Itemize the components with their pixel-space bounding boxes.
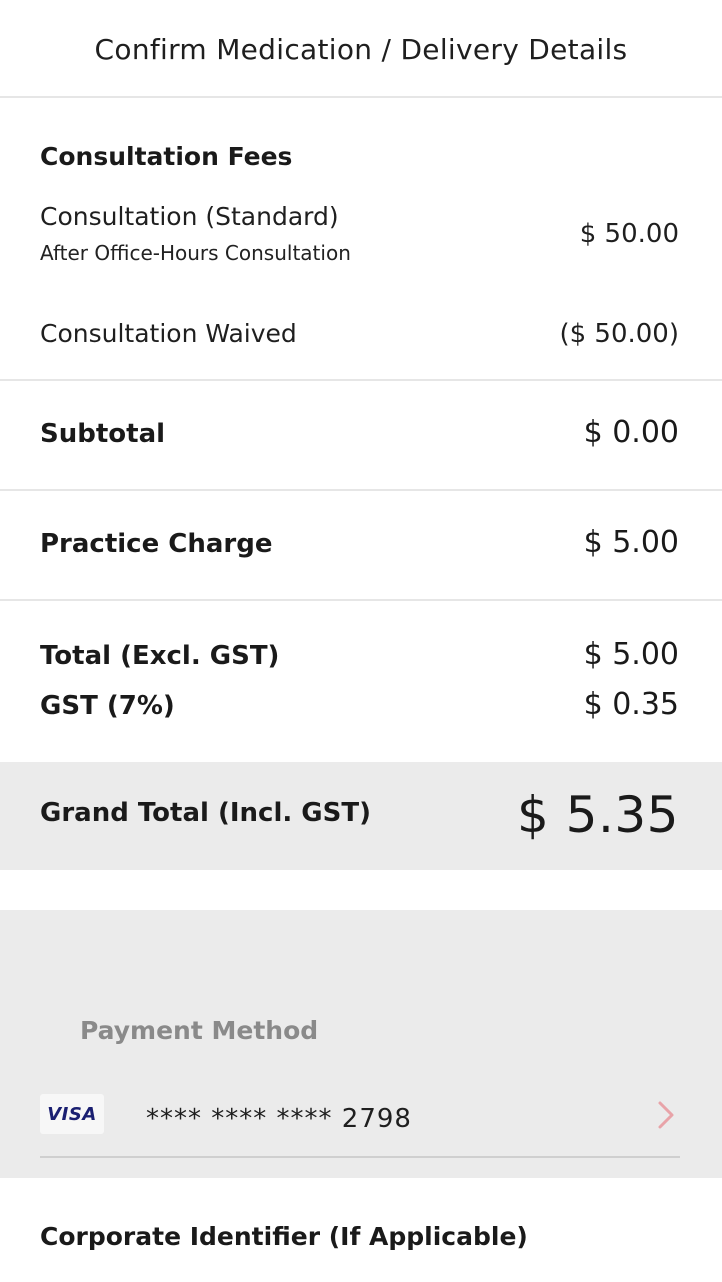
payment-method-heading: Payment Method [80, 1016, 319, 1045]
practice-charge-label: Practice Charge [40, 529, 273, 559]
chevron-right-icon[interactable] [654, 1100, 678, 1130]
divider [0, 489, 722, 491]
consultation-waived-amount: ($ 50.00) [559, 319, 679, 349]
gst-amount: $ 0.35 [583, 687, 679, 722]
card-number: **** **** **** 2798 [146, 1104, 412, 1134]
consultation-standard-amount: $ 50.00 [579, 219, 679, 249]
practice-charge-amount: $ 5.00 [583, 525, 679, 560]
page-title: Confirm Medication / Delivery Details [94, 32, 628, 66]
consultation-waived-label: Consultation Waived [40, 319, 297, 348]
total-excl-gst-label: Total (Excl. GST) [40, 641, 280, 671]
subtotal-amount: $ 0.00 [583, 415, 679, 450]
corporate-identifier-heading: Corporate Identifier (If Applicable) [40, 1222, 528, 1251]
divider [0, 379, 722, 381]
payment-card-row[interactable]: VISA **** **** **** 2798 [40, 1086, 680, 1158]
gst-label: GST (7%) [40, 691, 175, 721]
card-brand-label: VISA [47, 1103, 97, 1125]
consultation-fees-heading: Consultation Fees [40, 142, 293, 171]
grand-total-amount: $ 5.35 [516, 786, 679, 844]
visa-card-icon: VISA [40, 1094, 104, 1134]
subtotal-label: Subtotal [40, 419, 166, 449]
total-excl-gst-amount: $ 5.00 [583, 637, 679, 672]
header-bar: Confirm Medication / Delivery Details [0, 0, 722, 98]
consultation-standard-sublabel: After Office-Hours Consultation [40, 241, 351, 265]
consultation-standard-label: Consultation (Standard) [40, 202, 339, 231]
divider [0, 599, 722, 601]
grand-total-label: Grand Total (Incl. GST) [40, 798, 371, 828]
